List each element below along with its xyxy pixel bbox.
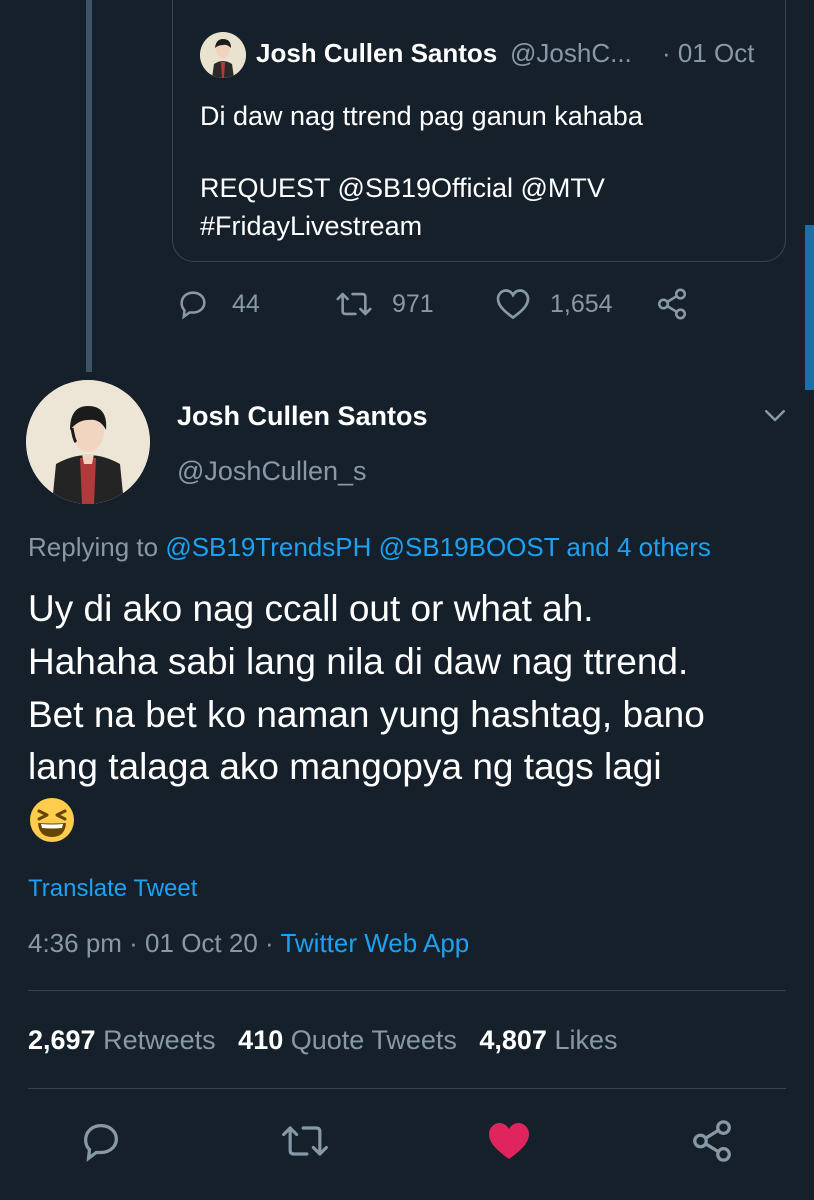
share-icon[interactable] <box>688 1118 736 1169</box>
quoted-tweet-hashtag[interactable]: #FridayLivestream <box>200 211 422 242</box>
reply-icon[interactable] <box>78 1118 124 1169</box>
chevron-down-icon[interactable] <box>760 400 790 435</box>
retweets-count: 2,697 <box>28 1025 96 1055</box>
divider <box>28 1088 786 1089</box>
avatar[interactable] <box>26 380 150 504</box>
heart-icon[interactable] <box>495 287 531 326</box>
replying-to-label: Replying to <box>28 532 166 562</box>
tweet-text: Bet na bet ko naman yung hashtag, bano <box>28 694 705 735</box>
quoted-tweet-date: · 01 Oct <box>662 38 755 68</box>
replying-to-mentions[interactable]: @SB19TrendsPH @SB19BOOST and 4 others <box>165 532 711 562</box>
tweet-text: Hahaha sabi lang nila di daw nag ttrend. <box>28 641 689 682</box>
author-handle[interactable]: @JoshCullen_s <box>177 456 367 487</box>
share-icon[interactable] <box>654 287 690 326</box>
retweet-icon[interactable] <box>334 287 374 326</box>
scrollbar[interactable] <box>805 225 814 390</box>
reply-count: 44 <box>232 290 260 318</box>
quoted-tweet-text: Di daw nag ttrend pag ganun kahaba <box>200 101 643 131</box>
reply-icon[interactable] <box>176 287 210 326</box>
divider <box>28 990 786 991</box>
author-name[interactable]: Josh Cullen Santos <box>177 401 428 432</box>
avatar[interactable] <box>200 32 246 78</box>
avatar-illustration <box>200 32 246 78</box>
quoted-author-name[interactable]: Josh Cullen Santos <box>256 38 497 69</box>
tweet-text: lang talaga ako mangopya ng tags lagi <box>28 746 662 787</box>
quoted-author-handle[interactable]: @JoshC... <box>510 38 632 69</box>
quote-tweets-stat[interactable]: 410 Quote Tweets <box>238 1025 457 1055</box>
retweets-stat[interactable]: 2,697 Retweets <box>28 1025 216 1055</box>
likes-label: Likes <box>554 1025 618 1055</box>
tweet-metadata: 4:36 pm · 01 Oct 20 · Twitter Web App <box>28 928 469 959</box>
avatar-illustration <box>26 380 150 504</box>
quote-count: 410 <box>238 1025 284 1055</box>
translate-tweet-link[interactable]: Translate Tweet <box>28 875 197 903</box>
thread-line <box>86 0 92 372</box>
like-count: 1,654 <box>550 290 613 318</box>
tweet-time: 4:36 pm <box>28 928 122 958</box>
tweet-source[interactable]: Twitter Web App <box>280 928 469 958</box>
likes-count: 4,807 <box>479 1025 547 1055</box>
retweet-count: 971 <box>392 290 434 318</box>
replying-to: Replying to @SB19TrendsPH @SB19BOOST and… <box>28 532 711 563</box>
engagement-stats: 2,697 Retweets 410 Quote Tweets 4,807 Li… <box>28 1025 618 1056</box>
tweet-text: Uy di ako nag ccall out or what ah. <box>28 588 594 629</box>
retweet-icon[interactable] <box>279 1118 331 1169</box>
grinning-squinting-face-icon <box>28 796 76 844</box>
likes-stat[interactable]: 4,807 Likes <box>479 1025 617 1055</box>
heart-icon[interactable] <box>485 1118 533 1169</box>
quote-label: Quote Tweets <box>290 1025 457 1055</box>
quoted-tweet-text: REQUEST @SB19Official @MTV <box>200 173 605 203</box>
tweet-date: · 01 Oct 20 · <box>121 928 281 958</box>
retweets-label: Retweets <box>103 1025 216 1055</box>
